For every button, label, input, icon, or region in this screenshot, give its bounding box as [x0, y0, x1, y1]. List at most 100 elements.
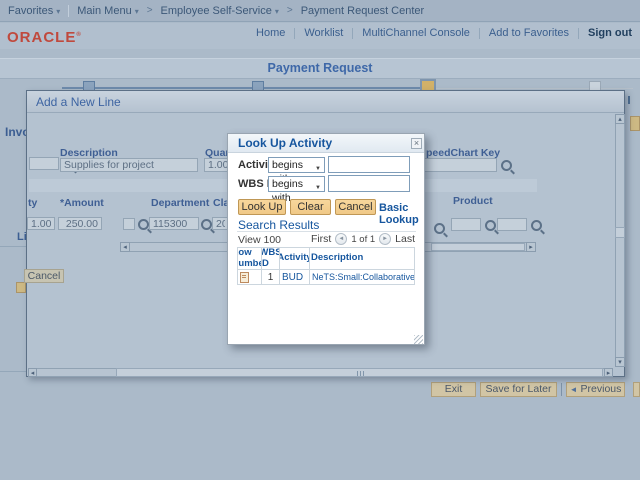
page-cancel-button-partial[interactable]: [16, 282, 26, 293]
activity-header: Activity: [280, 248, 310, 270]
add-to-favorites-link[interactable]: Add to Favorites: [489, 27, 569, 39]
breadcrumb-employee-self-service[interactable]: Employee Self-Service ▾: [161, 5, 279, 17]
table-row-number-cell: [238, 270, 262, 285]
oracle-logo: ORACLE®: [7, 29, 82, 46]
search-results-heading: Search Results: [238, 218, 320, 232]
account-cell-input[interactable]: [123, 218, 135, 230]
search-icon[interactable]: [434, 223, 445, 234]
top-nav-bar: Favorites ▾ Main Menu ▾ > Employee Self-Se…: [0, 0, 640, 22]
look-up-button[interactable]: Look Up: [238, 199, 286, 215]
page-counter: 1 of 1: [351, 233, 376, 245]
activity-operator-select[interactable]: begins with▼: [268, 157, 325, 185]
search-icon[interactable]: [531, 220, 542, 231]
previous-page-icon[interactable]: ◄: [335, 233, 348, 245]
dialog-vscrollbar-track[interactable]: [615, 114, 625, 367]
product-column-header: Product: [453, 195, 493, 207]
cancel-button[interactable]: Cancel: [335, 199, 376, 215]
dialog-scroll-left-icon[interactable]: ◂: [28, 368, 37, 377]
search-icon[interactable]: [138, 219, 149, 230]
grid-scroll-right-icon[interactable]: ▸: [526, 242, 536, 252]
chevron-down-icon: ▼: [315, 185, 321, 191]
page-divider-line: [0, 246, 26, 247]
add-line-cancel-button[interactable]: Cancel: [24, 269, 64, 283]
multichannel-console-link[interactable]: MultiChannel Console: [362, 27, 470, 39]
worklist-link[interactable]: Worklist: [304, 27, 343, 39]
clear-button[interactable]: Clear: [290, 199, 331, 215]
dialog-vscrollbar-thumb[interactable]: [615, 227, 625, 238]
amount-column-header: *Amount: [60, 197, 104, 209]
department-column-header: Department: [151, 197, 210, 209]
chevron-down-icon: ▾: [274, 6, 279, 16]
favorites-menu[interactable]: Favorites ▾: [8, 5, 60, 17]
page-title-bar: Payment Request: [0, 58, 640, 79]
results-table: Row Number WBS ID Activity Description 1…: [237, 247, 415, 285]
toolbar-button-partial[interactable]: [633, 382, 640, 397]
activity-input[interactable]: [328, 156, 410, 173]
dialog-hscrollbar-thumb[interactable]: [116, 368, 603, 377]
dialog-scroll-up-icon[interactable]: ▴: [615, 114, 625, 124]
row-document-icon: [240, 271, 249, 283]
basic-lookup-link[interactable]: Basic Lookup: [379, 202, 424, 226]
amount-cell-input[interactable]: [58, 217, 102, 230]
description-header: Description: [310, 248, 415, 270]
exit-button[interactable]: Exit: [431, 382, 476, 397]
wbs-id-operator-select[interactable]: begins with ▼: [268, 176, 325, 204]
quantity-column-header-partial: ty: [28, 197, 38, 209]
last-link[interactable]: Last: [395, 233, 415, 245]
registered-mark: ®: [76, 32, 82, 38]
view-100-link[interactable]: View 100: [238, 234, 281, 246]
breadcrumb-separator: >: [286, 5, 293, 16]
breadcrumb-payment-request-center[interactable]: Payment Request Center: [301, 5, 425, 17]
page-right-button-partial[interactable]: [630, 116, 640, 131]
link-divider: [478, 27, 480, 39]
speedchart-key-input[interactable]: [423, 158, 497, 172]
chevron-down-icon: ▾: [56, 6, 61, 16]
project-cell-input[interactable]: [497, 218, 527, 231]
save-for-later-button[interactable]: Save for Later: [480, 382, 557, 397]
next-page-icon[interactable]: ►: [379, 233, 392, 245]
chevron-down-icon: ▾: [134, 6, 139, 16]
link-divider: [352, 27, 354, 39]
progress-track-inactive: [428, 88, 633, 89]
nav-divider: [68, 4, 70, 17]
wbs-id-input[interactable]: [328, 175, 410, 192]
previous-button[interactable]: ◄ Previous: [566, 382, 625, 397]
description-input[interactable]: [60, 158, 198, 172]
search-icon[interactable]: [201, 219, 212, 230]
resize-grip-icon[interactable]: [414, 335, 423, 344]
page-right-glyph: [628, 96, 630, 104]
close-icon[interactable]: ×: [411, 138, 422, 149]
link-divider: [294, 27, 296, 39]
grid-scroll-left-icon[interactable]: ◂: [120, 242, 130, 252]
search-icon[interactable]: [485, 220, 496, 231]
item-id-input[interactable]: [29, 157, 59, 170]
table-description-cell[interactable]: NeTS:Small:Collaborative:Infra: [310, 270, 415, 285]
breadcrumb-separator: >: [146, 5, 153, 16]
page-title: Payment Request: [267, 61, 373, 75]
table-wbs-id-cell: 1: [262, 270, 280, 285]
lookup-activity-dialog: Look Up Activity × Activity: begins with…: [227, 133, 425, 345]
dialog-scroll-down-icon[interactable]: ▾: [615, 357, 625, 367]
lookup-dialog-title: Look Up Activity: [228, 134, 424, 153]
previous-arrow-icon: ◄: [569, 385, 578, 394]
utility-links: Home Worklist MultiChannel Console Add t…: [256, 27, 632, 39]
progress-track-active: [62, 87, 428, 89]
department-cell-input[interactable]: [149, 217, 199, 230]
chevron-down-icon: ▼: [315, 166, 321, 172]
first-link[interactable]: First: [311, 233, 331, 245]
wbs-id-header: WBS ID: [262, 248, 280, 270]
table-activity-cell[interactable]: BUD: [280, 270, 310, 285]
toolbar-divider: [561, 383, 562, 396]
dialog-scroll-right-icon[interactable]: ▸: [604, 368, 613, 377]
application-window: Favorites ▾ Main Menu ▾ > Employee Self-Se…: [0, 0, 640, 480]
sign-out-link[interactable]: Sign out: [588, 27, 632, 39]
home-link[interactable]: Home: [256, 27, 285, 39]
search-icon[interactable]: [501, 160, 512, 171]
main-menu[interactable]: Main Menu ▾: [77, 5, 138, 17]
link-divider: [578, 27, 579, 39]
quantity-cell-input[interactable]: [27, 217, 55, 230]
product-cell-input[interactable]: [451, 218, 481, 231]
page-divider-line: [0, 371, 26, 372]
pagination: First ◄ 1 of 1 ► Last: [311, 233, 415, 245]
grid-hscrollbar-thumb[interactable]: [431, 243, 525, 251]
